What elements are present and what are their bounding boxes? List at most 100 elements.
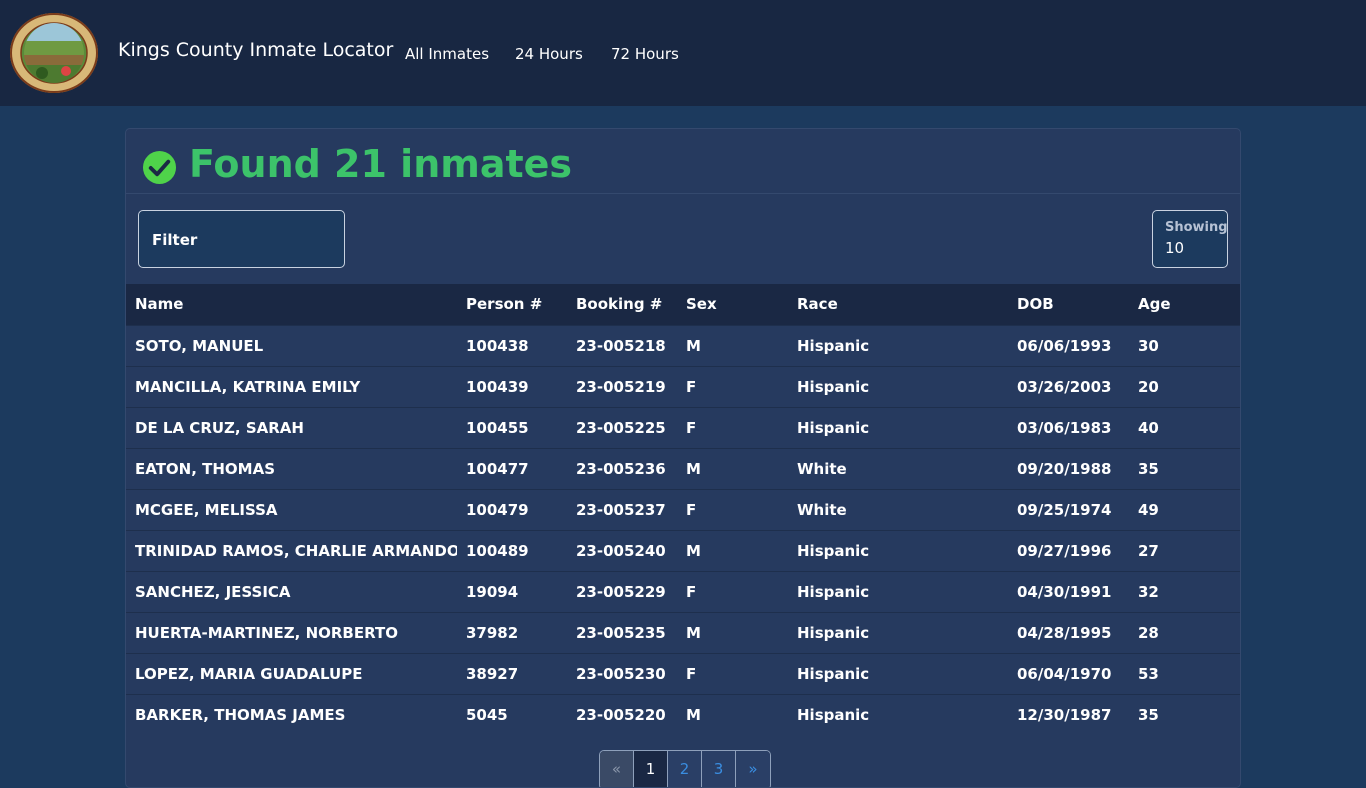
cell-race: Hispanic [788,406,1008,448]
page-button-2[interactable]: 2 [668,751,702,787]
cell-booking-number: 23-005236 [567,447,677,489]
cell-age: 32 [1129,570,1240,612]
cell-race: Hispanic [788,693,1008,735]
cell-name[interactable]: MCGEE, MELISSA [126,488,457,530]
cell-dob: 09/25/1974 [1008,488,1129,530]
cell-person-number: 100455 [457,406,567,448]
table-row[interactable]: HUERTA-MARTINEZ, NORBERTO 37982 23-005235 M… [126,611,1240,653]
cell-sex: M [677,447,788,489]
cell-dob: 09/27/1996 [1008,529,1129,571]
column-header-booking[interactable]: Booking # [567,284,677,325]
cell-name[interactable]: LOPEZ, MARIA GUADALUPE [126,652,457,694]
cell-age: 27 [1129,529,1240,571]
column-header-race[interactable]: Race [788,284,1008,325]
cell-age: 30 [1129,324,1240,366]
cell-sex: M [677,324,788,366]
cell-name[interactable]: SOTO, MANUEL [126,324,457,366]
cell-booking-number: 23-005230 [567,652,677,694]
cell-age: 28 [1129,611,1240,653]
inmates-table-body: SOTO, MANUEL 100438 23-005218 M Hispanic 06/0… [126,324,1240,735]
brand-title[interactable]: Kings County Inmate Locator [118,39,393,61]
pagination: «1 2 3» [599,750,771,787]
table-row[interactable]: MCGEE, MELISSA 100479 23-005237 F White 09/25… [126,488,1240,530]
cell-dob: 06/06/1993 [1008,324,1129,366]
cell-sex: F [677,570,788,612]
cell-age: 49 [1129,488,1240,530]
column-header-sex[interactable]: Sex [677,284,788,325]
table-row[interactable]: TRINIDAD RAMOS, CHARLIE ARMANDO 100489 23-… [126,529,1240,571]
cell-person-number: 100439 [457,365,567,407]
cell-race: Hispanic [788,324,1008,366]
cell-race: White [788,488,1008,530]
cell-dob: 06/04/1970 [1008,652,1129,694]
cell-booking-number: 23-005218 [567,324,677,366]
column-header-person[interactable]: Person # [457,284,567,325]
table-row[interactable]: SOTO, MANUEL 100438 23-005218 M Hispanic 06/0… [126,324,1240,366]
cell-race: Hispanic [788,611,1008,653]
filter-label: Filter [152,231,198,249]
cell-dob: 04/28/1995 [1008,611,1129,653]
column-header-age[interactable]: Age [1129,284,1240,325]
cell-booking-number: 23-005229 [567,570,677,612]
cell-sex: M [677,693,788,735]
nav-24-hours[interactable]: 24 Hours [515,45,583,63]
nav-all-inmates[interactable]: All Inmates [405,45,489,63]
table-row[interactable]: SANCHEZ, JESSICA 19094 23-005229 F Hispanic 0… [126,570,1240,612]
page-next-button[interactable]: » [736,751,770,787]
filter-input[interactable]: Filter [138,210,345,268]
cell-name[interactable]: HUERTA-MARTINEZ, NORBERTO [126,611,457,653]
showing-select[interactable]: Showing 10 [1152,210,1228,268]
cell-booking-number: 23-005220 [567,693,677,735]
nav-72-hours[interactable]: 72 Hours [611,45,679,63]
table-row[interactable]: EATON, THOMAS 100477 23-005236 M White 09/20/… [126,447,1240,489]
cell-sex: F [677,652,788,694]
navbar: Kings County Inmate Locator All Inmates … [0,0,1366,106]
cell-name[interactable]: EATON, THOMAS [126,447,457,489]
cell-name[interactable]: MANCILLA, KATRINA EMILY [126,365,457,407]
cell-sex: F [677,488,788,530]
cell-race: Hispanic [788,529,1008,571]
table-row[interactable]: BARKER, THOMAS JAMES 5045 23-005220 M Hispan… [126,693,1240,735]
county-seal-logo[interactable] [10,13,98,93]
cell-person-number: 37982 [457,611,567,653]
cell-person-number: 5045 [457,693,567,735]
cell-dob: 03/06/1983 [1008,406,1129,448]
cell-sex: M [677,611,788,653]
cell-dob: 09/20/1988 [1008,447,1129,489]
cell-name[interactable]: SANCHEZ, JESSICA [126,570,457,612]
cell-booking-number: 23-005240 [567,529,677,571]
cell-booking-number: 23-005237 [567,488,677,530]
cell-dob: 04/30/1991 [1008,570,1129,612]
table-row[interactable]: DE LA CRUZ, SARAH 100455 23-005225 F Hispani… [126,406,1240,448]
cell-person-number: 100479 [457,488,567,530]
cell-age: 53 [1129,652,1240,694]
cell-race: Hispanic [788,652,1008,694]
results-count-title: Found 21 inmates [189,142,573,186]
page-button-3[interactable]: 3 [702,751,736,787]
table-header-row: Name Person # Booking # Sex Race DOB Age [126,284,1240,325]
cell-person-number: 100477 [457,447,567,489]
showing-value: 10 [1165,239,1185,257]
cell-person-number: 38927 [457,652,567,694]
page-prev-button[interactable]: « [600,751,634,787]
results-header: Found 21 inmates [126,129,1240,194]
cell-name[interactable]: DE LA CRUZ, SARAH [126,406,457,448]
cell-person-number: 100489 [457,529,567,571]
cell-race: Hispanic [788,365,1008,407]
results-card: Found 21 inmates Filter Showing 10 Name … [125,128,1241,788]
cell-person-number: 100438 [457,324,567,366]
cell-booking-number: 23-005225 [567,406,677,448]
cell-sex: F [677,406,788,448]
column-header-name[interactable]: Name [126,284,457,325]
column-header-dob[interactable]: DOB [1008,284,1129,325]
cell-race: White [788,447,1008,489]
cell-dob: 03/26/2003 [1008,365,1129,407]
cell-name[interactable]: TRINIDAD RAMOS, CHARLIE ARMANDO [126,529,457,571]
table-row[interactable]: LOPEZ, MARIA GUADALUPE 38927 23-005230 F His… [126,652,1240,694]
cell-race: Hispanic [788,570,1008,612]
table-row[interactable]: MANCILLA, KATRINA EMILY 100439 23-005219 F H… [126,365,1240,407]
page-button-1[interactable]: 1 [634,751,668,787]
cell-booking-number: 23-005219 [567,365,677,407]
cell-name[interactable]: BARKER, THOMAS JAMES [126,693,457,735]
cell-age: 40 [1129,406,1240,448]
